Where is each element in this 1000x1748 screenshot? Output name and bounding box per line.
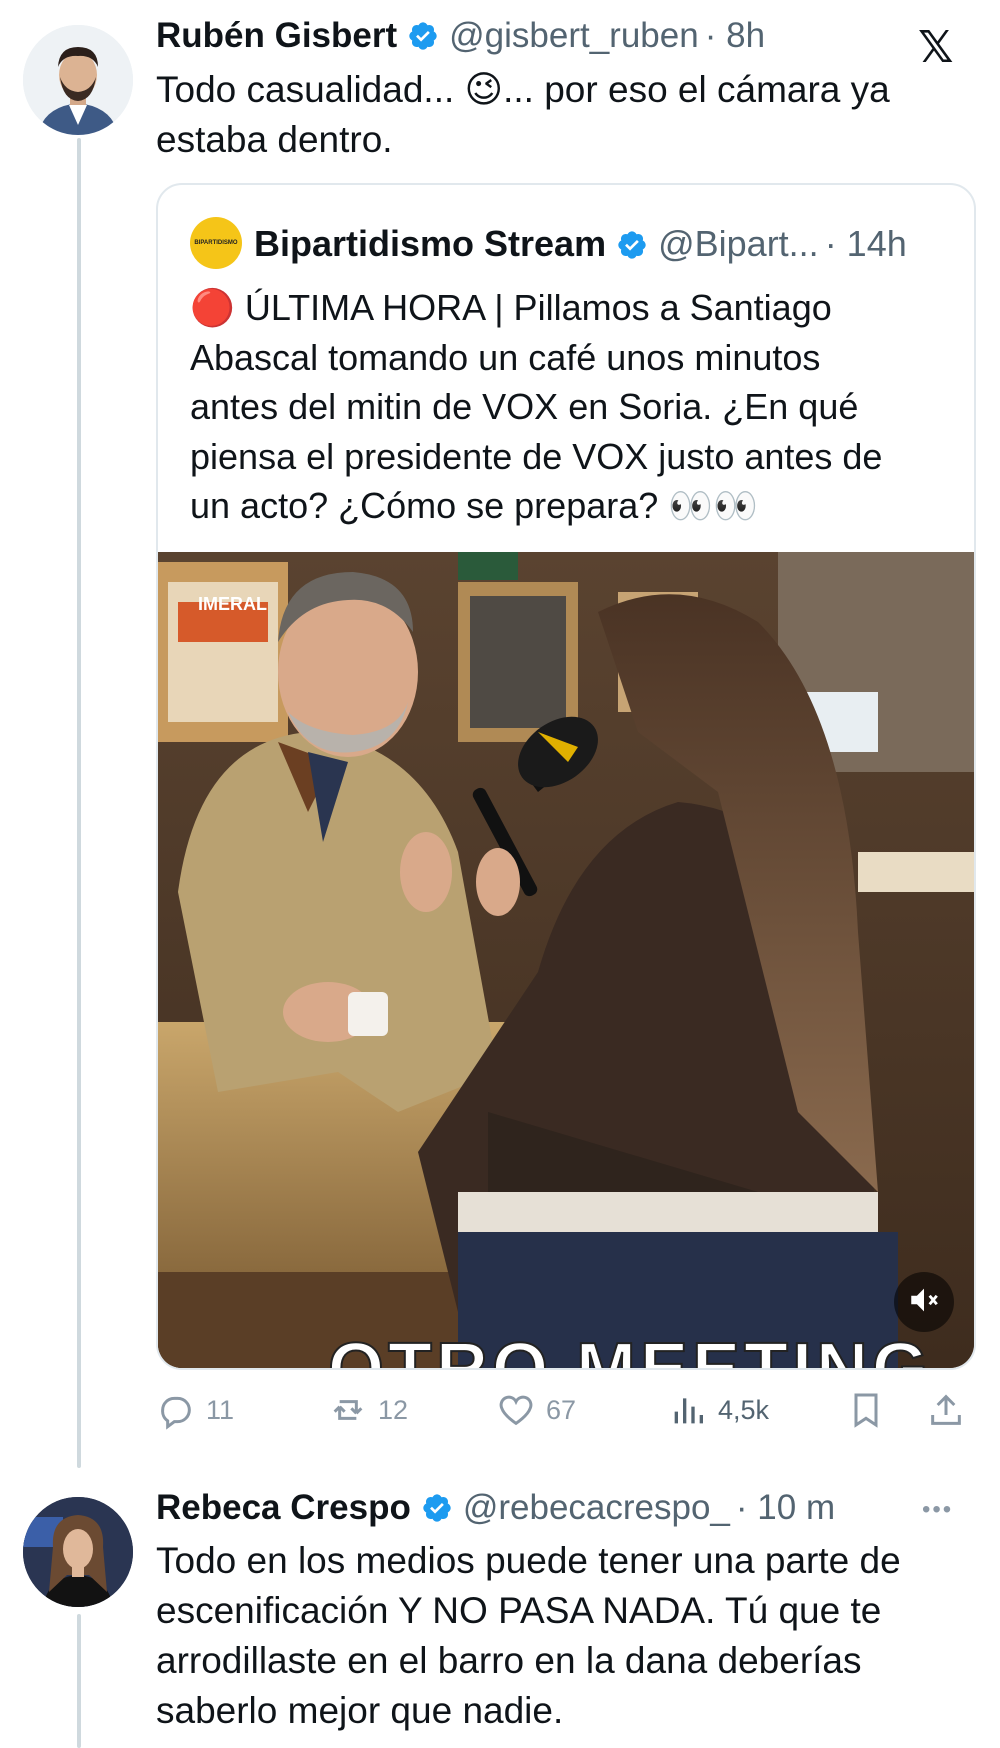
author-name[interactable]: Rebeca Crespo <box>156 1488 411 1528</box>
mute-button[interactable] <box>894 1272 954 1332</box>
repost-count: 12 <box>378 1394 409 1425</box>
repost-button[interactable]: 12 <box>328 1390 408 1430</box>
tweet-text: Todo en los medios puede tener una parte… <box>156 1536 901 1736</box>
heart-icon <box>496 1390 536 1430</box>
tweet-text-line: Todo casualidad... 😉... por eso el cámar… <box>156 69 890 110</box>
tweet-text-line: Todo en los medios puede tener una parte… <box>156 1540 901 1581</box>
like-button[interactable]: 67 <box>496 1390 576 1430</box>
quoted-text-line: Abascal tomando un café unos minutos <box>190 336 821 378</box>
tweet-time[interactable]: · 10 m <box>736 1488 835 1528</box>
tweet-text-line: escenificación Y NO PASA NADA. Tú que te <box>156 1590 882 1631</box>
tweet-text-line: estaba dentro. <box>156 119 393 160</box>
tweet-header: Rubén Gisbert @gisbert_ruben · 8h <box>156 16 765 56</box>
quoted-text-line: antes del mitin de VOX en Soria. ¿En qué <box>190 386 859 427</box>
quoted-text-line: 🔴 ÚLTIMA HORA | Pillamos a Santiago <box>190 287 832 328</box>
thread-line <box>77 138 81 1468</box>
tweet-time[interactable]: · 8h <box>705 16 765 56</box>
video-frame <box>158 552 974 1368</box>
bookmark-button[interactable] <box>846 1390 886 1430</box>
x-logo-icon[interactable]: 𝕏 <box>918 22 953 73</box>
quoted-avatar: BIPARTIDISMO <box>190 217 242 269</box>
video-caption: OTRO MEETING <box>327 1328 932 1368</box>
like-count: 67 <box>546 1394 577 1425</box>
tweet-text-line: saberlo mejor que nadie. <box>156 1690 564 1731</box>
quoted-time: · 14h <box>824 223 907 264</box>
quoted-author-handle: @Bipart... <box>658 223 819 264</box>
verified-badge-icon <box>407 20 439 52</box>
share-button[interactable] <box>926 1390 966 1430</box>
tweet-text: Todo casualidad... 😉... por eso el cámar… <box>156 65 890 165</box>
quoted-text-line: piensa el presidente de VOX justo antes … <box>190 435 883 477</box>
reply-count: 11 <box>206 1394 235 1425</box>
author-handle[interactable]: @gisbert_ruben <box>449 16 699 56</box>
quoted-tweet-card[interactable]: BIPARTIDISMO Bipartidismo Stream @Bipart… <box>156 183 976 1370</box>
reply-button[interactable]: 11 <box>156 1390 234 1430</box>
views-button[interactable]: 4,5k <box>668 1390 769 1430</box>
repost-icon <box>328 1390 368 1430</box>
thread-line-lower <box>77 1614 81 1748</box>
tweet-actions: 11 12 67 4,5k <box>156 1380 972 1440</box>
quoted-text-line: un acto? ¿Cómo se prepara? 👀👀 <box>190 485 758 526</box>
more-options-icon[interactable]: ••• <box>922 1496 953 1524</box>
bookmark-icon <box>846 1390 886 1430</box>
author-handle[interactable]: @rebecacrespo_ <box>463 1488 730 1528</box>
quoted-text: 🔴 ÚLTIMA HORA | Pillamos a Santiago Abas… <box>190 283 882 531</box>
video-sign: IMERAL <box>198 594 267 614</box>
verified-badge-icon <box>421 1492 453 1524</box>
quoted-avatar-text: BIPARTIDISMO <box>194 240 238 246</box>
quoted-header: Bipartidismo Stream @Bipart... · 14h <box>254 223 907 265</box>
share-icon <box>926 1390 966 1430</box>
speaker-muted-icon <box>907 1283 941 1322</box>
quoted-author-name: Bipartidismo Stream <box>254 223 607 264</box>
reply-icon <box>156 1390 196 1430</box>
video-player[interactable]: OTRO MEETING IMERAL <box>158 552 974 1368</box>
views-count: 4,5k <box>718 1394 770 1425</box>
author-name[interactable]: Rubén Gisbert <box>156 16 397 56</box>
avatar[interactable] <box>23 25 133 135</box>
avatar[interactable] <box>23 1497 133 1607</box>
verified-badge-icon <box>616 228 648 260</box>
tweet-text-line: arrodillaste en el barro en la dana debe… <box>156 1640 862 1681</box>
tweet-header: Rebeca Crespo @rebecacrespo_ · 10 m <box>156 1488 835 1528</box>
analytics-icon <box>668 1390 708 1430</box>
